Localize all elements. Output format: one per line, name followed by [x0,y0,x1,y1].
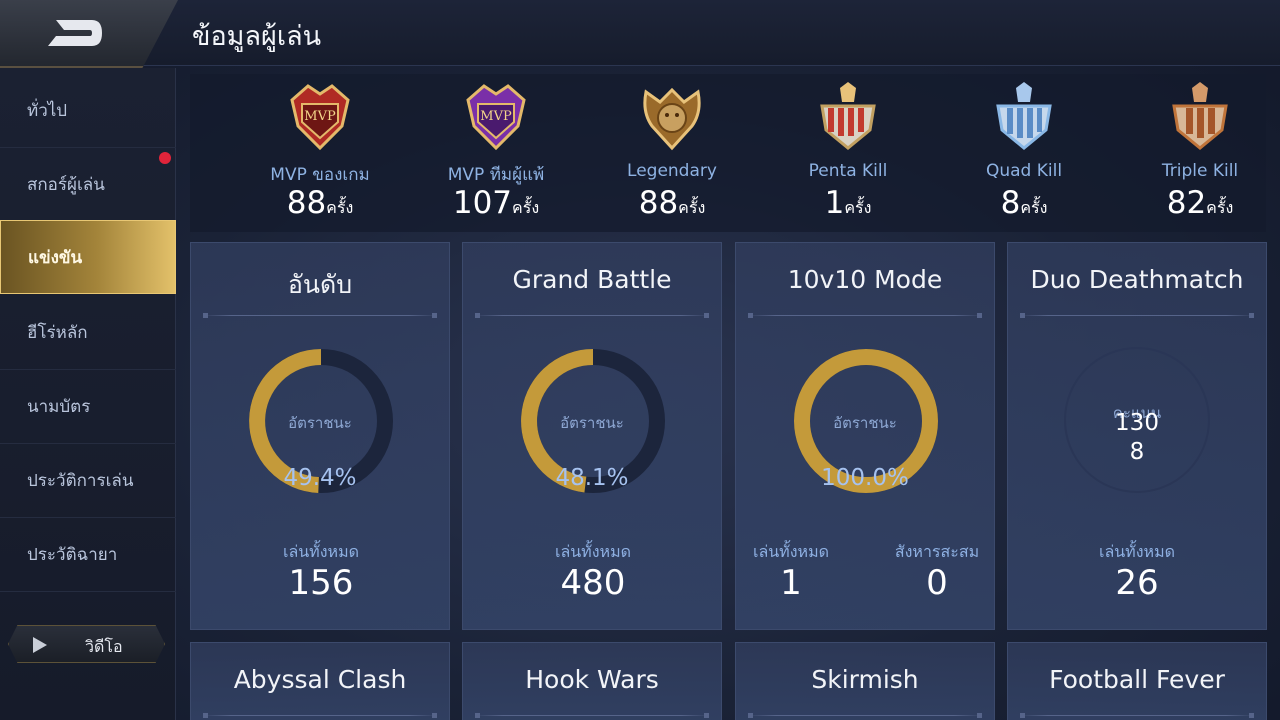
achievement-penta-kill: Penta Kill 1ครั้ง [760,74,936,232]
score-value-line-2: 8 [1129,439,1145,465]
achievement-value: 1ครั้ง [824,185,872,221]
sidebar-item-name-card[interactable]: นามบัตร [0,370,176,444]
mvp-losing-badge-icon: MVP [466,84,526,151]
sidebar-item-match-history[interactable]: ประวัติการเล่น [0,444,176,518]
mode-card-grand-battle[interactable]: Grand Battle อัตราชนะ 48.1% เล่นทั้งหมด … [462,242,722,630]
card-divider [203,713,437,718]
card-title: Skirmish [811,665,919,694]
sidebar-item-main-heroes[interactable]: ฮีโร่หลัก [0,296,176,370]
achievement-legendary: Legendary 88ครั้ง [584,74,760,232]
win-rate-value: 49.4% [283,465,357,491]
total-games-label: เล่นทั้งหมด [554,542,632,561]
total-games-value: 1 [780,563,802,603]
score-value-line-1: 130 [1115,410,1159,436]
card-title: Hook Wars [525,665,659,694]
achievement-label: Penta Kill [808,161,888,181]
achievement-label: Triple Kill [1161,161,1239,181]
sidebar-item-player-score[interactable]: สกอร์ผู้เล่น [0,148,176,222]
card-title: Football Fever [1049,665,1225,694]
card-title: Abyssal Clash [233,665,407,694]
card-title: อันดับ [287,270,353,299]
mode-card-hook-wars[interactable]: Hook Wars [462,642,722,720]
sidebar-item-general[interactable]: ทั่วไป [0,74,176,148]
sidebar-item-label: ประวัติฉายา [27,545,118,565]
sidebar-item-title-history[interactable]: ประวัติฉายา [0,518,176,592]
total-games-value: 156 [288,563,354,603]
mode-card-abyssal-clash[interactable]: Abyssal Clash [190,642,450,720]
total-kills-value: 0 [926,563,948,603]
achievement-quad-kill: Quad Kill 8ครั้ง [936,74,1112,232]
card-divider [203,313,437,318]
card-divider [1020,713,1254,718]
badge-text: MVP [480,109,512,124]
achievement-label: MVP ทีมผู้แพ้ [447,165,545,185]
total-games-label: เล่นทั้งหมด [1098,542,1176,561]
back-arrow-icon [48,20,102,46]
total-games-label: เล่นทั้งหมด [752,542,830,561]
mvp-badge-icon: MVP [290,84,350,151]
win-rate-value: 48.1% [555,465,629,491]
mode-card-10v10[interactable]: 10v10 Mode อัตราชนะ 100.0% เล่นทั้งหมด 1… [735,242,995,630]
total-kills-label: สังหารสะสม [894,542,980,561]
badge-text: MVP [304,109,336,124]
sidebar-item-label: ทั่วไป [27,101,68,121]
achievement-value: 82ครั้ง [1166,185,1234,221]
achievement-label: Quad Kill [985,161,1063,181]
win-rate-label: อัตราชนะ [288,414,352,432]
video-label: วิดีโอ [85,637,123,656]
score-value: 130 8 [1008,409,1266,467]
card-title: 10v10 Mode [787,265,943,294]
video-button[interactable]: วิดีโอ [8,625,165,663]
achievement-triple-kill: Triple Kill 82ครั้ง [1112,74,1280,232]
achievement-label: MVP ของเกม [270,165,370,185]
sidebar-item-label: สกอร์ผู้เล่น [27,175,105,195]
total-games-value: 26 [1115,563,1159,603]
mode-card-duo-deathmatch[interactable]: Duo Deathmatch คะแนน 130 8 เล่นทั้งหมด 2… [1007,242,1267,630]
sidebar-item-competitive[interactable]: แข่งขัน [0,220,176,294]
achievement-value: 8ครั้ง [1000,185,1048,221]
triple-kill-badge-icon [1172,82,1228,150]
play-icon [33,637,47,653]
achievement-strip: MVP MVP ของเกม 88ครั้ง MVP MVP ทีมผู้แพ้… [190,74,1266,232]
card-divider [475,713,709,718]
mode-card-skirmish[interactable]: Skirmish [735,642,995,720]
total-games-label: เล่นทั้งหมด [282,542,360,561]
card-divider [475,313,709,318]
card-title: Grand Battle [512,265,672,294]
sidebar-item-label: ฮีโร่หลัก [27,323,88,343]
mode-card-football-fever[interactable]: Football Fever [1007,642,1267,720]
achievement-mvp-losing-team: MVP MVP ทีมผู้แพ้ 107ครั้ง [408,74,584,232]
achievement-value: 88ครั้ง [286,185,354,221]
card-divider [748,713,982,718]
win-rate-label: อัตราชนะ [833,414,897,432]
card-divider [748,313,982,318]
quad-kill-badge-icon [996,82,1052,150]
win-rate-label: อัตราชนะ [560,414,624,432]
card-title: Duo Deathmatch [1030,265,1244,294]
sidebar-item-label: นามบัตร [27,397,91,417]
mode-card-ranked[interactable]: อันดับ อัตราชนะ 49.4% เล่นทั้งหมด 156 [190,242,450,630]
achievement-mvp-game: MVP MVP ของเกม 88ครั้ง [232,74,408,232]
achievement-label: Legendary [627,161,717,181]
notification-dot [159,152,171,164]
legendary-badge-icon [643,87,701,151]
achievement-value: 88ครั้ง [638,185,706,221]
win-rate-value: 100.0% [821,465,909,491]
penta-kill-badge-icon [820,82,876,150]
achievement-value: 107ครั้ง [452,185,540,221]
card-divider [1020,313,1254,318]
sidebar-item-label: ประวัติการเล่น [27,471,134,491]
page-title: ข้อมูลผู้เล่น [192,21,322,52]
sidebar: ทั่วไป สกอร์ผู้เล่น แข่งขัน ฮีโร่หลัก นา… [0,68,176,720]
sidebar-item-label: แข่งขัน [28,247,83,268]
total-games-value: 480 [560,563,626,603]
